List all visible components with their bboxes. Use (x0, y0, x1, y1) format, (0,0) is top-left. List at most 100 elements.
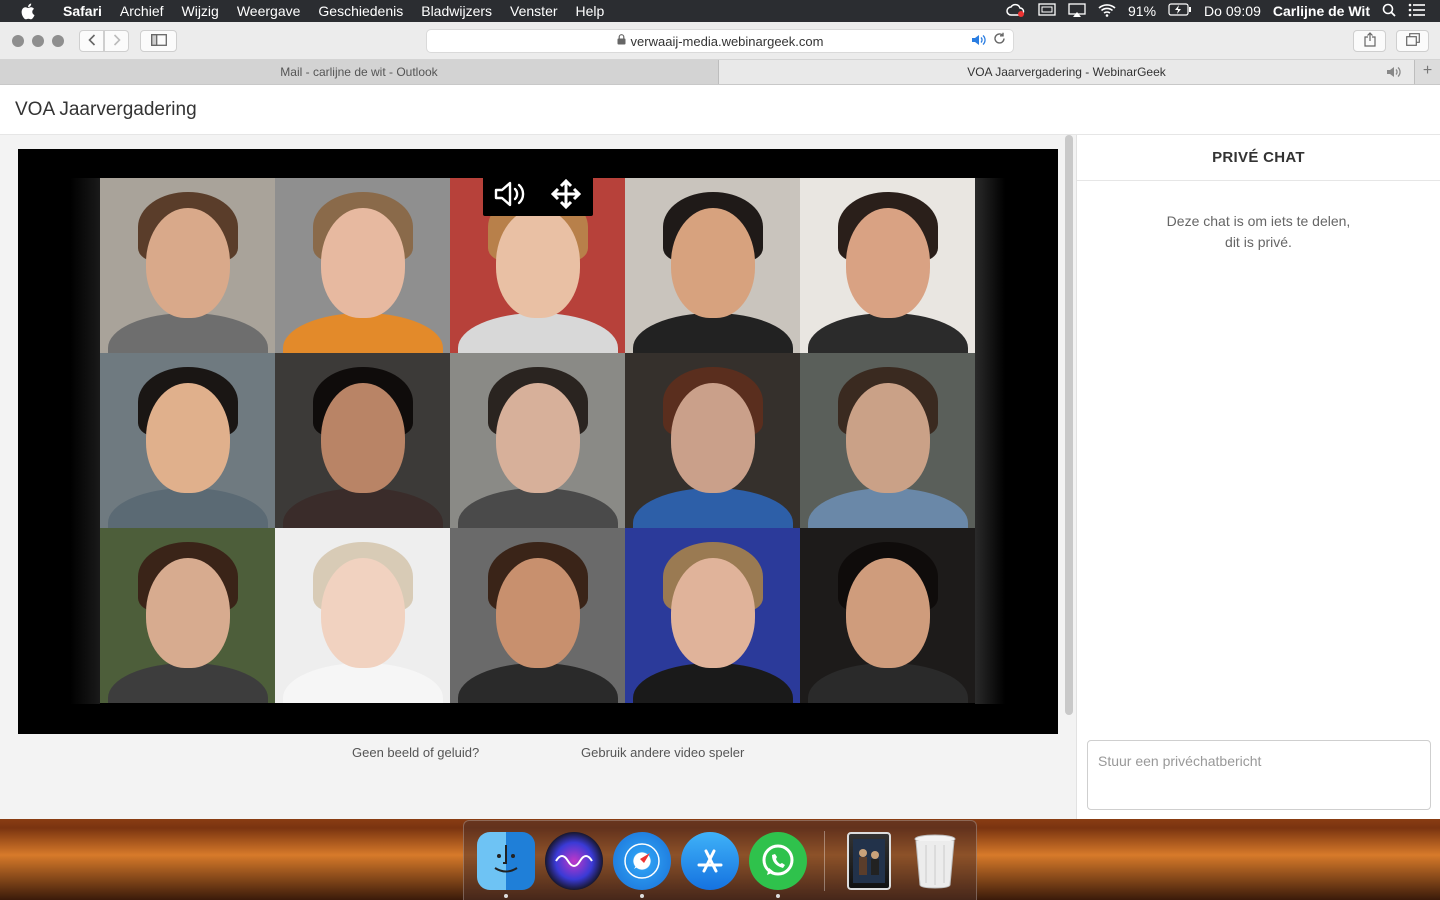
sidebar-toggle-button[interactable] (140, 30, 177, 52)
chat-empty-line: Deze chat is om iets te delen, (1166, 213, 1351, 229)
chat-empty-message: Deze chat is om iets te delen, dit is pr… (1077, 211, 1440, 253)
downloads-stack-icon[interactable] (847, 831, 891, 890)
share-button[interactable] (1353, 30, 1386, 52)
participant-video-tile (100, 353, 275, 528)
tab-audio-icon[interactable] (971, 33, 987, 50)
participant-video-tile (450, 528, 625, 703)
tab-title: Mail - carlijne de wit - Outlook (280, 65, 438, 79)
video-controls (483, 171, 593, 216)
speaker-icon[interactable] (1386, 60, 1402, 87)
video-edge (975, 178, 1005, 704)
reload-icon[interactable] (993, 32, 1006, 48)
participant-video-tile (625, 353, 800, 528)
zoom-window-button[interactable] (52, 35, 64, 47)
forward-button[interactable] (104, 30, 129, 52)
menu-geschiedenis[interactable]: Geschiedenis (309, 0, 412, 22)
participant-video-tile (800, 178, 975, 353)
notification-center-icon[interactable] (1408, 3, 1426, 20)
apple-menu-icon[interactable] (0, 3, 54, 20)
chat-empty-line: dit is privé. (1225, 234, 1292, 250)
page-header: VOA Jaarvergadering (0, 85, 1440, 135)
running-indicator (776, 893, 780, 898)
participant-shoulders (457, 488, 618, 528)
whatsapp-icon[interactable] (749, 831, 807, 898)
tab-outlook[interactable]: Mail - carlijne de wit - Outlook (0, 60, 719, 84)
participant-face (495, 208, 580, 318)
participant-video-grid (100, 178, 975, 704)
dock-separator (824, 830, 825, 891)
airplay-icon[interactable] (1068, 2, 1086, 20)
participant-shoulders (807, 663, 968, 703)
back-button[interactable] (79, 30, 104, 52)
siri-icon[interactable] (545, 831, 603, 890)
participant-shoulders (807, 313, 968, 353)
participant-video-tile (275, 178, 450, 353)
participant-face (845, 383, 930, 493)
creative-cloud-icon[interactable] (1006, 3, 1026, 20)
browser-toolbar: verwaaij-media.webinargeek.com (0, 22, 1440, 60)
minimize-window-button[interactable] (32, 35, 44, 47)
menu-bar: Safari Archief Wijzig Weergave Geschiede… (0, 0, 1440, 22)
participant-face (145, 208, 230, 318)
participant-face (145, 383, 230, 493)
menu-app-name[interactable]: Safari (54, 0, 111, 22)
app-store-icon[interactable] (681, 831, 739, 890)
address-bar[interactable]: verwaaij-media.webinargeek.com (426, 29, 1014, 53)
menubar-clock[interactable]: Do 09:09 (1204, 3, 1261, 19)
new-tab-button[interactable]: + (1414, 60, 1440, 84)
share-icon (1363, 32, 1376, 50)
finder-icon[interactable] (477, 831, 535, 898)
video-player[interactable] (18, 149, 1058, 734)
spotlight-search-icon[interactable] (1382, 3, 1396, 20)
tab-bar: Mail - carlijne de wit - Outlook VOA Jaa… (0, 60, 1440, 85)
participant-face (670, 208, 755, 318)
menu-wijzig[interactable]: Wijzig (173, 0, 228, 22)
no-video-link[interactable]: Geen beeld of geluid? (352, 745, 479, 760)
chat-message-input[interactable] (1087, 740, 1431, 810)
tab-overview-button[interactable] (1396, 30, 1429, 52)
volume-icon[interactable] (491, 174, 531, 214)
menu-archief[interactable]: Archief (111, 0, 173, 22)
wifi-icon[interactable] (1098, 3, 1116, 20)
participant-shoulders (282, 663, 443, 703)
page-title: VOA Jaarvergadering (15, 98, 197, 120)
participant-video-tile (100, 528, 275, 703)
menubar-user[interactable]: Carlijne de Wit (1273, 3, 1370, 19)
screen-mirroring-icon[interactable] (1038, 2, 1056, 20)
battery-charging-icon[interactable] (1168, 3, 1192, 19)
participant-face (320, 558, 405, 668)
participant-video-tile (800, 528, 975, 703)
participant-video-tile (275, 528, 450, 703)
tabs-icon (1405, 33, 1420, 49)
running-indicator (640, 893, 644, 898)
participant-face (845, 558, 930, 668)
participant-face (845, 208, 930, 318)
page-scrollbar[interactable] (1065, 135, 1073, 715)
other-player-link[interactable]: Gebruik andere video speler (581, 745, 744, 760)
participant-video-tile (450, 353, 625, 528)
close-window-button[interactable] (12, 35, 24, 47)
lock-icon (617, 34, 626, 48)
participant-shoulders (632, 313, 793, 353)
menu-weergave[interactable]: Weergave (228, 0, 310, 22)
menu-venster[interactable]: Venster (501, 0, 566, 22)
participant-shoulders (632, 663, 793, 703)
participant-face (670, 383, 755, 493)
move-icon[interactable] (546, 174, 586, 214)
menu-help[interactable]: Help (567, 0, 614, 22)
chevron-right-icon (113, 33, 121, 49)
participant-shoulders (282, 313, 443, 353)
safari-window: verwaaij-media.webinargeek.com Mail - ca… (0, 22, 1440, 819)
tab-webinargeek[interactable]: VOA Jaarvergadering - WebinarGeek (719, 60, 1414, 84)
sidebar-icon (150, 33, 167, 49)
menu-bladwijzers[interactable]: Bladwijzers (412, 0, 501, 22)
participant-shoulders (282, 488, 443, 528)
participant-video-tile (625, 178, 800, 353)
participant-face (495, 558, 580, 668)
participant-face (670, 558, 755, 668)
trash-icon[interactable] (906, 832, 964, 890)
chevron-left-icon (87, 33, 96, 49)
participant-shoulders (107, 488, 268, 528)
address-url: verwaaij-media.webinargeek.com (630, 33, 824, 49)
safari-icon[interactable] (613, 831, 671, 898)
